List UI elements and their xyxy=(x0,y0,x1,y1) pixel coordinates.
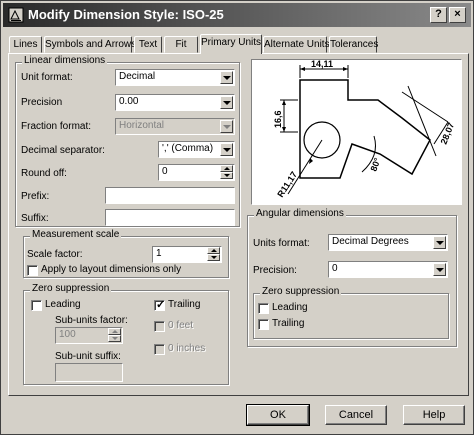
tab-page xyxy=(8,53,469,396)
tab-lines[interactable]: Lines xyxy=(9,36,42,53)
ok-button[interactable]: OK xyxy=(246,404,310,426)
tab-alternate-units[interactable]: Alternate Units xyxy=(263,36,330,53)
tab-fit[interactable]: Fit xyxy=(164,36,198,53)
title-close-button[interactable]: × xyxy=(449,7,466,23)
cancel-button[interactable]: Cancel xyxy=(325,405,387,425)
title-help-button[interactable]: ? xyxy=(430,7,447,23)
tab-text[interactable]: Text xyxy=(134,36,162,53)
tab-tolerances[interactable]: Tolerances xyxy=(329,36,378,53)
help-button[interactable]: Help xyxy=(403,405,465,425)
dialog-window: Modify Dimension Style: ISO-25 ? × Lines… xyxy=(0,0,474,435)
title-bar: Modify Dimension Style: ISO-25 ? × xyxy=(3,3,471,27)
tab-symbols-and-arrows[interactable]: Symbols and Arrows xyxy=(44,36,136,53)
app-icon xyxy=(8,7,24,23)
tab-primary-units[interactable]: Primary Units xyxy=(200,34,262,54)
window-title: Modify Dimension Style: ISO-25 xyxy=(28,7,224,22)
